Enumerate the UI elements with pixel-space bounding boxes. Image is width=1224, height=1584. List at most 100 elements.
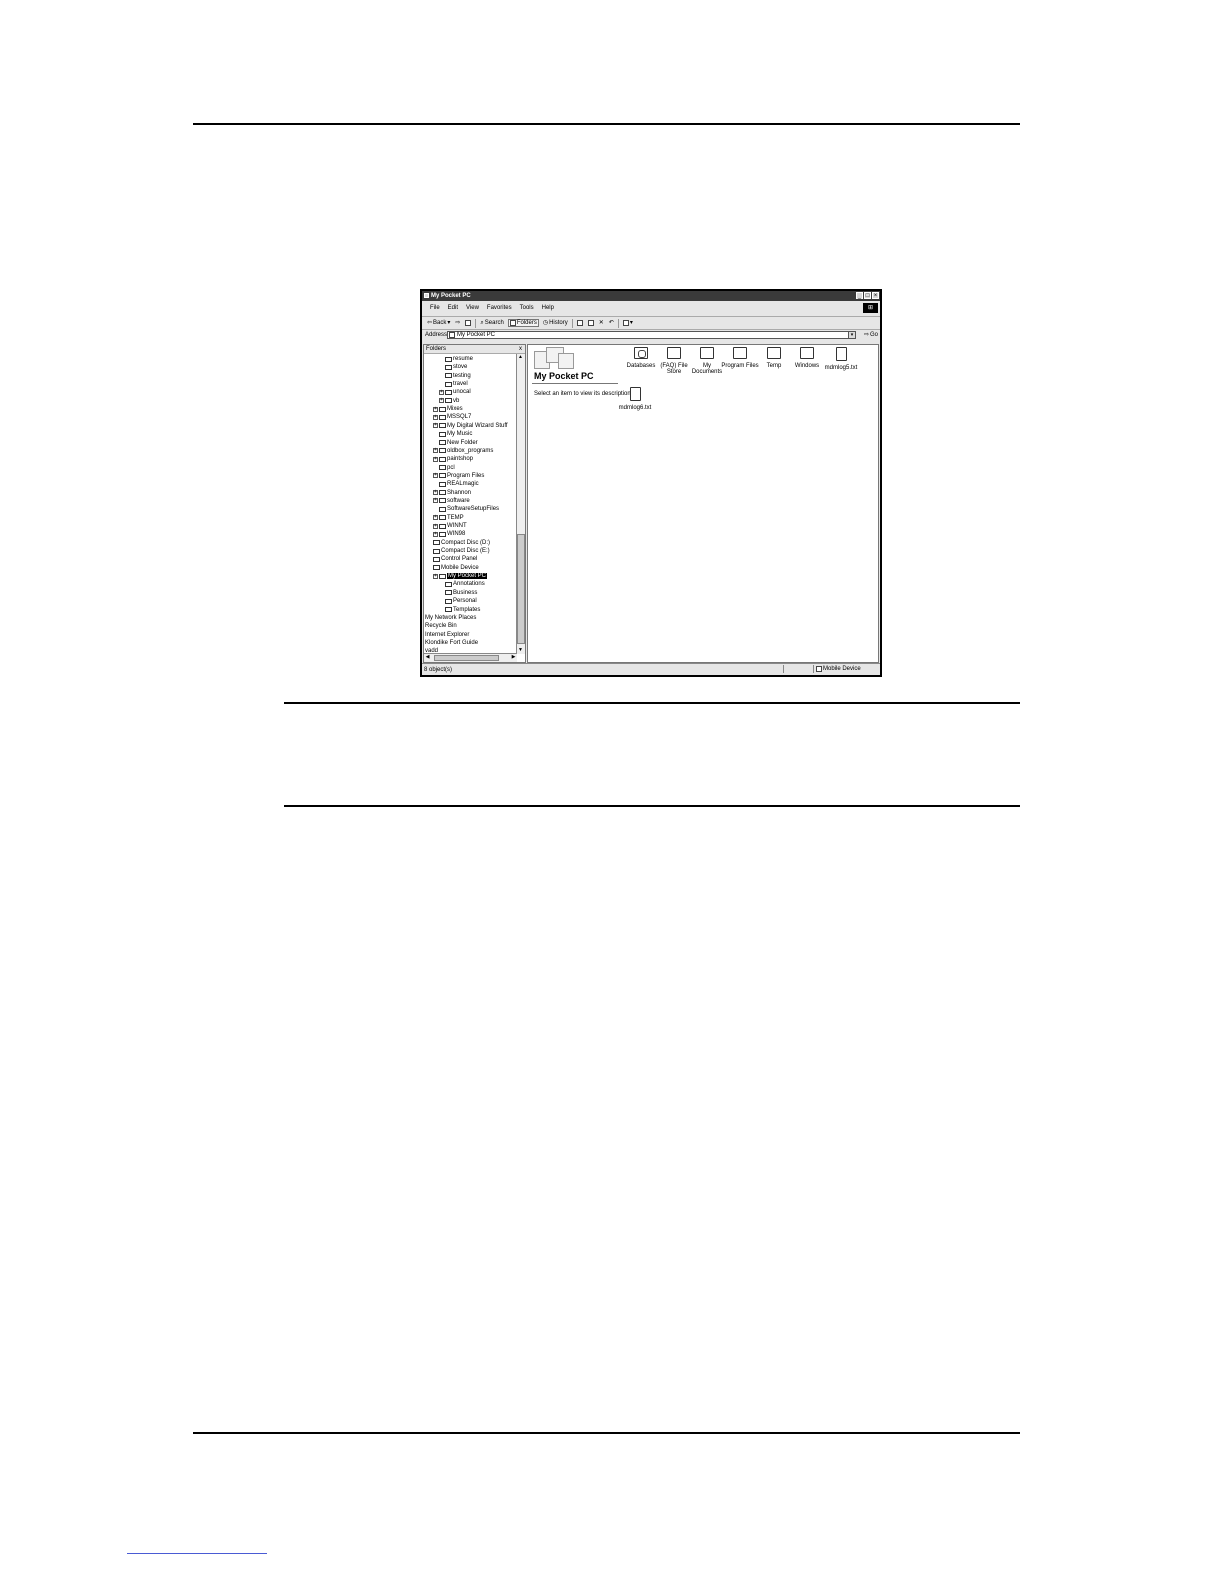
window-title: My Pocket PC: [431, 293, 471, 299]
tree-item[interactable]: pcl: [433, 464, 455, 472]
vertical-scrollbar[interactable]: ▲ ▼: [516, 354, 525, 654]
search-button[interactable]: ⌕ Search: [479, 320, 504, 326]
expand-toggle-icon[interactable]: +: [433, 531, 438, 537]
menu-edit[interactable]: Edit: [448, 305, 458, 311]
content-item[interactable]: mdmlog5.txt: [822, 347, 860, 371]
tree-item[interactable]: + oldbox_programs: [433, 447, 493, 455]
expand-toggle-icon[interactable]: +: [433, 423, 438, 429]
horizontal-scrollbar[interactable]: ◀ ▶: [424, 653, 517, 662]
tree-item-label: Klondike Fort Guide: [425, 639, 479, 646]
expand-toggle-icon[interactable]: +: [433, 473, 438, 479]
menu-view[interactable]: View: [466, 305, 479, 311]
minimize-button[interactable]: _: [856, 292, 863, 299]
content-item[interactable]: Program Files: [721, 347, 759, 369]
menu-favorites[interactable]: Favorites: [487, 305, 512, 311]
tree-item[interactable]: + Mixes: [433, 405, 463, 413]
folder-icon: [439, 498, 446, 504]
tree-item-label: Business: [453, 589, 478, 596]
expand-toggle-icon[interactable]: +: [433, 406, 438, 412]
tree-item[interactable]: + paintshop: [433, 455, 473, 463]
back-button[interactable]: ⇦ Back ▾: [426, 320, 451, 326]
delete-button[interactable]: ✕: [598, 320, 605, 326]
tree-item[interactable]: + WIN98: [433, 530, 465, 538]
scroll-down-icon[interactable]: ▼: [517, 647, 524, 654]
tree-item[interactable]: + software: [433, 497, 470, 505]
tree-item[interactable]: Compact Disc (E:): [427, 547, 490, 555]
menu-file[interactable]: File: [430, 305, 440, 311]
close-pane-button[interactable]: x: [519, 346, 522, 352]
content-item-label: mdmlog6.txt: [618, 405, 652, 411]
move-to-button[interactable]: [576, 320, 584, 326]
expand-toggle-icon[interactable]: +: [433, 490, 438, 496]
tree-item[interactable]: + Program Files: [433, 472, 484, 480]
menu-tools[interactable]: Tools: [520, 305, 534, 311]
expand-toggle-icon[interactable]: +: [439, 398, 444, 404]
folders-button[interactable]: Folders: [507, 319, 539, 327]
content-item[interactable]: mdmlog6.txt: [616, 387, 654, 411]
views-button[interactable]: ▾: [622, 320, 634, 326]
status-bar: 8 object(s) Mobile Device: [422, 663, 880, 675]
content-item[interactable]: Windows: [788, 347, 826, 369]
expand-toggle-icon[interactable]: +: [433, 456, 438, 462]
tree-item[interactable]: REALmagic: [433, 480, 479, 488]
folder-icon: [439, 515, 446, 521]
tree-item[interactable]: + WINNT: [433, 522, 467, 530]
undo-button[interactable]: ↶: [608, 320, 615, 326]
close-button[interactable]: ×: [872, 292, 879, 299]
expand-toggle-icon[interactable]: +: [433, 573, 438, 579]
folder-tree: resume stove testing travel + unocal + vb + Mixes…: [424, 355, 517, 654]
tree-item[interactable]: resume: [439, 355, 473, 363]
expand-toggle-icon[interactable]: +: [433, 498, 438, 504]
tree-item[interactable]: Templates: [439, 606, 480, 614]
tree-item[interactable]: + vb: [439, 397, 459, 405]
scroll-thumb[interactable]: [517, 534, 525, 644]
tree-item[interactable]: Klondike Fort Guide: [425, 639, 478, 647]
tree-item[interactable]: Recycle Bin: [425, 622, 457, 630]
chevron-down-icon[interactable]: ▾: [848, 332, 855, 338]
scroll-right-icon[interactable]: ▶: [510, 654, 517, 661]
tree-item[interactable]: stove: [439, 363, 467, 371]
tree-item[interactable]: Control Panel: [427, 555, 477, 563]
scroll-thumb[interactable]: [434, 655, 499, 661]
menu-help[interactable]: Help: [542, 305, 554, 311]
forward-button[interactable]: ⇨: [454, 320, 461, 326]
expand-toggle-icon[interactable]: +: [433, 414, 438, 420]
tree-item[interactable]: + TEMP: [433, 514, 464, 522]
expand-toggle-icon[interactable]: +: [433, 523, 438, 529]
tree-item[interactable]: My Music: [433, 430, 472, 438]
tree-item[interactable]: Business: [439, 589, 477, 597]
expand-toggle-icon[interactable]: +: [433, 515, 438, 521]
tree-item[interactable]: Mobile Device: [427, 564, 479, 572]
tree-item[interactable]: Internet Explorer: [425, 631, 469, 639]
tree-item-label: My Music: [447, 431, 473, 438]
scroll-up-icon[interactable]: ▲: [517, 354, 524, 361]
toolbar-separator: [475, 318, 477, 328]
tree-item[interactable]: travel: [439, 380, 468, 388]
tree-item[interactable]: + My Digital Wizard Stuff: [433, 422, 508, 430]
go-button[interactable]: ⇨ Go: [864, 332, 878, 338]
maximize-button[interactable]: □: [864, 292, 871, 299]
tree-item[interactable]: + My Pocket PC: [433, 572, 488, 580]
scroll-left-icon[interactable]: ◀: [424, 654, 431, 661]
tree-item[interactable]: + unocal: [439, 388, 471, 396]
tree-item-label: Templates: [453, 606, 481, 613]
address-input[interactable]: My Pocket PC ▾: [447, 331, 856, 339]
expand-toggle-icon[interactable]: +: [439, 389, 444, 395]
tree-item[interactable]: Personal: [439, 597, 477, 605]
title-bar: My Pocket PC _ □ ×: [422, 291, 880, 301]
tree-item[interactable]: + MSSQL7: [433, 413, 471, 421]
history-button[interactable]: ◷ History: [542, 320, 569, 326]
tree-item[interactable]: SoftwareSetupFiles: [433, 505, 499, 513]
tree-item[interactable]: My Network Places: [425, 614, 476, 622]
expand-toggle-icon[interactable]: +: [433, 448, 438, 454]
pocket-pc-folder-icon: [532, 347, 584, 369]
up-button[interactable]: [464, 320, 472, 326]
tree-item[interactable]: Compact Disc (D:): [427, 539, 490, 547]
copy-to-button[interactable]: [587, 320, 595, 326]
tree-item[interactable]: Annotations: [439, 580, 485, 588]
tree-item[interactable]: + Shannon: [433, 489, 471, 497]
tree-item[interactable]: New Folder: [433, 439, 478, 447]
window-controls: _ □ ×: [856, 292, 879, 299]
tree-item[interactable]: testing: [439, 372, 471, 380]
tree-item-label: WINNT: [447, 523, 467, 529]
